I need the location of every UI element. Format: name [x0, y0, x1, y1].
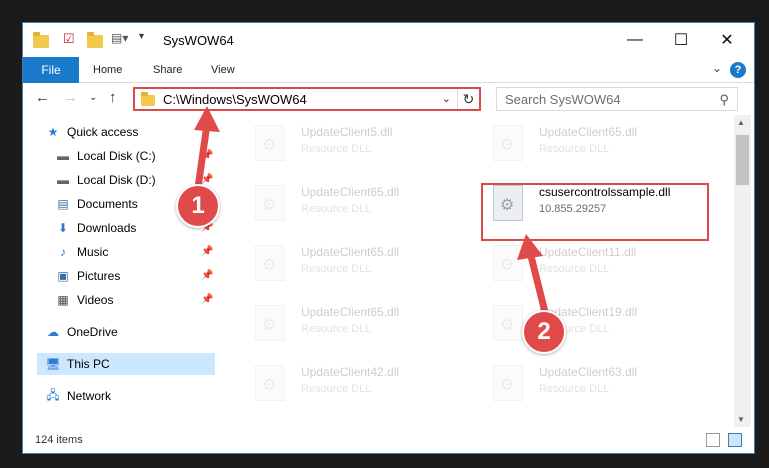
arrow-1-head	[194, 106, 220, 132]
arrow-2-head	[517, 234, 543, 260]
arrow-2-line	[526, 248, 549, 316]
arrow-1-line	[194, 120, 211, 192]
callout-badge-1: 1	[176, 184, 220, 228]
callout-arrows	[194, 106, 549, 316]
callout-badge-2: 2	[522, 310, 566, 354]
